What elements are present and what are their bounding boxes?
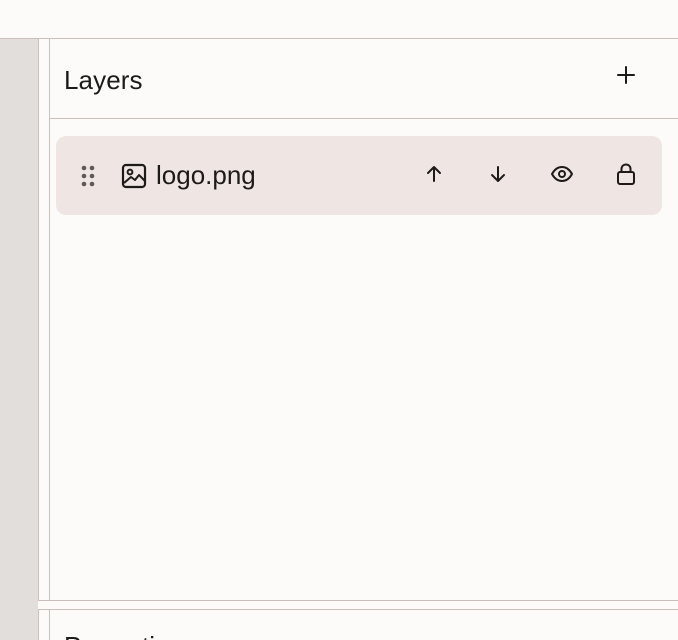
layers-panel: Layers logo.png <box>50 39 678 640</box>
panel-resize-handle[interactable] <box>38 39 50 640</box>
panel-separator[interactable] <box>38 600 678 610</box>
drag-handle-icon[interactable] <box>78 162 98 190</box>
layer-list: logo.png <box>50 119 678 599</box>
add-layer-button[interactable] <box>610 61 642 93</box>
editor-window: Layers logo.png <box>0 0 678 640</box>
layers-panel-header: Layers <box>50 39 678 119</box>
image-icon <box>120 162 148 190</box>
arrow-down-icon <box>488 164 508 189</box>
panel-title: Layers <box>64 65 143 95</box>
eye-icon <box>550 164 574 189</box>
toggle-visibility-button[interactable] <box>546 160 578 192</box>
toggle-lock-button[interactable] <box>610 160 642 192</box>
canvas-area-edge <box>0 39 38 640</box>
lock-icon <box>615 162 637 191</box>
move-layer-up-button[interactable] <box>418 160 450 192</box>
layer-name[interactable]: logo.png <box>156 160 256 191</box>
plus-icon <box>616 65 636 90</box>
arrow-up-icon <box>424 164 444 189</box>
move-layer-down-button[interactable] <box>482 160 514 192</box>
properties-panel-title: Properties <box>64 631 183 640</box>
layer-row-logo[interactable]: logo.png <box>56 136 662 215</box>
top-bar <box>0 0 678 39</box>
